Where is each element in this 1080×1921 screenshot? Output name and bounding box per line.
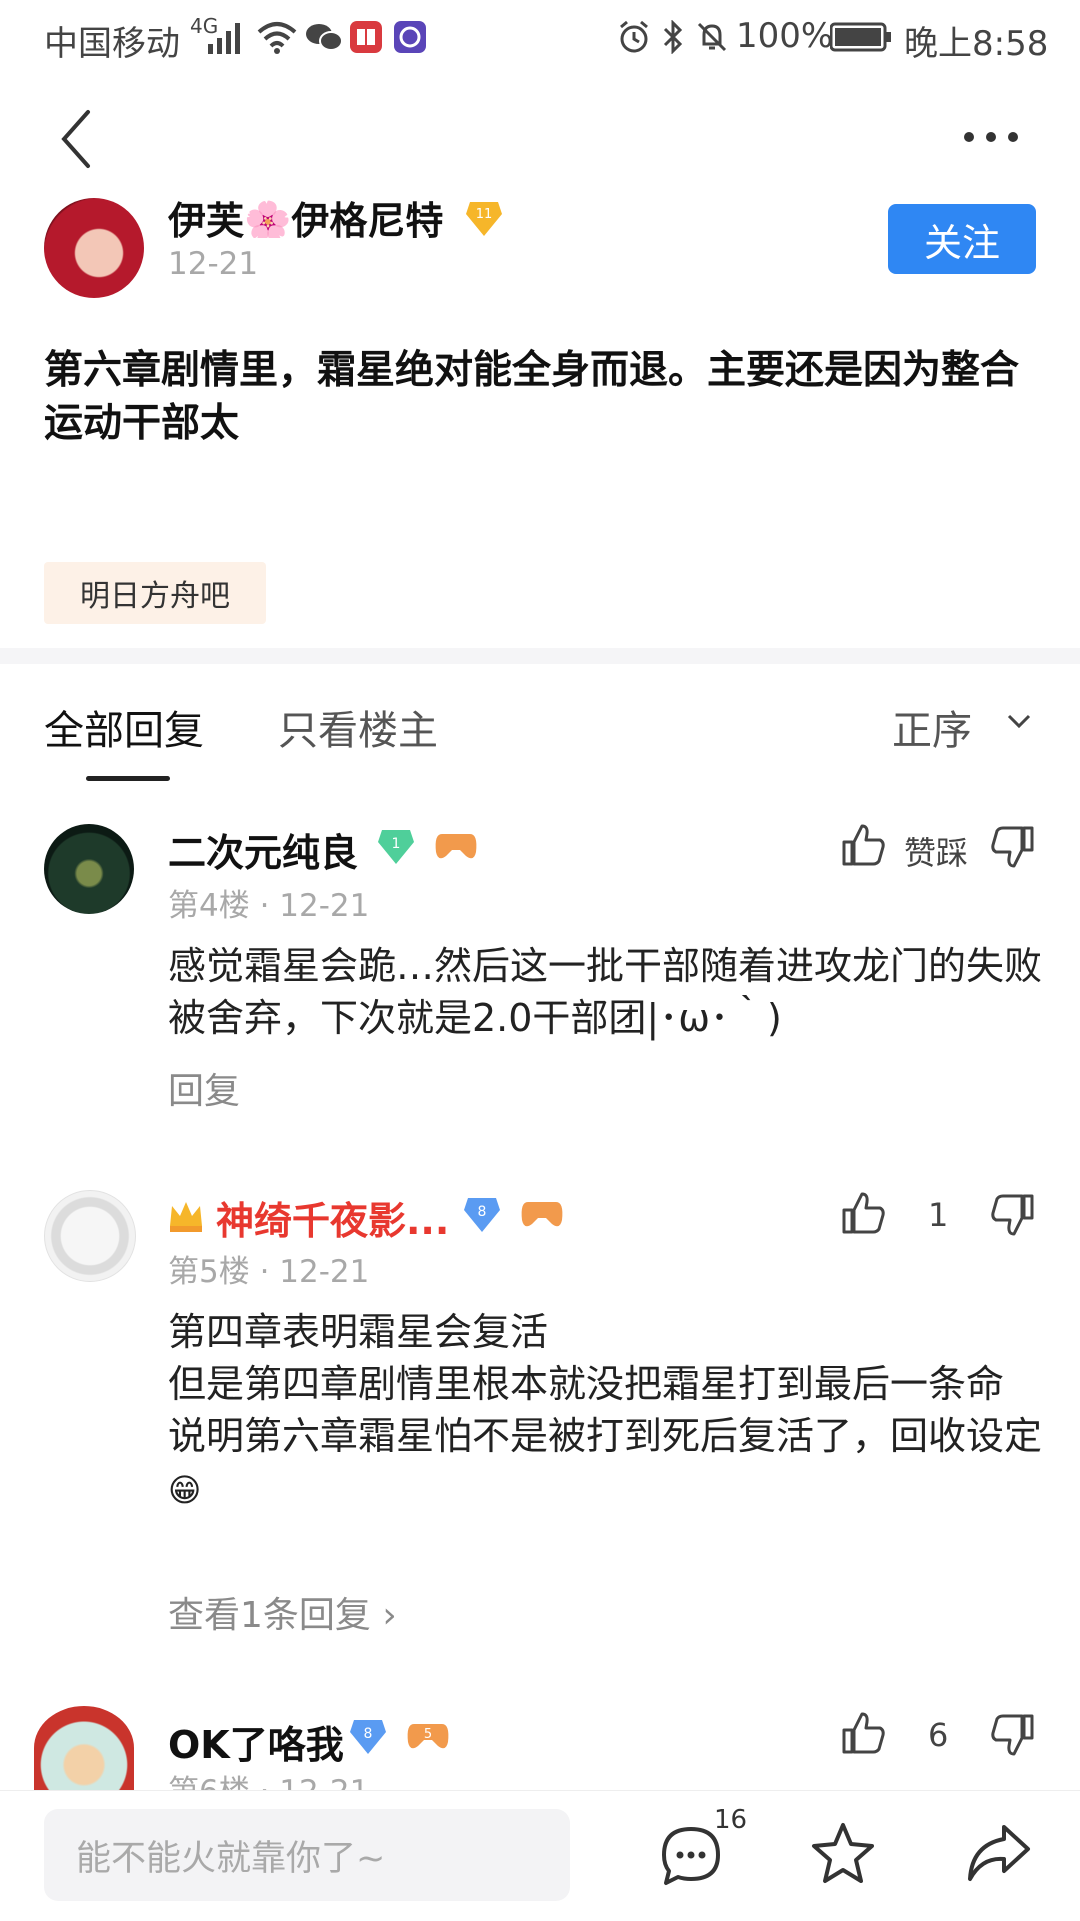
book-app-icon bbox=[348, 18, 384, 56]
gamepad-level-icon: 5 bbox=[406, 1718, 449, 1758]
alarm-icon bbox=[616, 18, 652, 56]
dot bbox=[964, 132, 974, 142]
bottom-action-bar: 能不能火就靠你了~ 16 bbox=[0, 1790, 1080, 1921]
comment-text-line: 第四章表明霜星会复活 bbox=[168, 1310, 549, 1354]
comment-text: 感觉霜星会跪…然后这一批干部随着进攻龙门的失败被舍弃，下次就是2.0干部团|･ω… bbox=[168, 944, 1043, 1040]
comment-text-fragment: 说明第六章霜星怕不是被打到死后复活了，回收设定 bbox=[168, 1414, 1043, 1458]
reply-button[interactable]: 回复 bbox=[168, 1062, 240, 1114]
dot bbox=[1008, 132, 1018, 142]
forum-tag[interactable]: 明日方舟吧 bbox=[44, 562, 266, 624]
status-bar: 中国移动 4G 100% 晚上8:58 bbox=[0, 0, 1080, 76]
thumbs-up-icon[interactable] bbox=[838, 1708, 888, 1758]
comment-text: 第四章表明霜星会复活 但是第四章剧情里根本就没把霜星打到最后一条命 说明第六章霜… bbox=[168, 1306, 1048, 1516]
dot bbox=[986, 132, 996, 142]
comment-avatar[interactable] bbox=[44, 1190, 136, 1282]
tab-op-only[interactable]: 只看楼主 bbox=[278, 698, 438, 756]
grin-emoji-icon: 😁 bbox=[168, 1471, 202, 1509]
carrier-label: 中国移动 bbox=[44, 24, 180, 64]
wifi-icon bbox=[254, 18, 300, 56]
level-badge: 8 bbox=[348, 1716, 388, 1756]
floor-number: 第6楼 bbox=[168, 1774, 250, 1790]
author-name[interactable]: 伊芙🌸伊格尼特 bbox=[168, 176, 443, 238]
gamepad-icon bbox=[520, 1196, 563, 1236]
chevron-down-icon[interactable] bbox=[1004, 706, 1034, 736]
thumbs-down-icon[interactable] bbox=[988, 1190, 1038, 1240]
comment-meta: 第5楼 · 12-21 bbox=[168, 1254, 370, 1290]
floor-number: 第4楼 bbox=[168, 888, 250, 924]
gamepad-icon bbox=[434, 828, 477, 868]
like-dislike-label: 赞踩 bbox=[904, 834, 969, 872]
comment-meta: 第6楼 · 12-21 bbox=[168, 1766, 369, 1790]
thumbs-up-icon[interactable] bbox=[838, 1188, 888, 1238]
wechat-icon bbox=[304, 18, 344, 56]
mute-icon bbox=[694, 18, 730, 56]
more-options-button[interactable] bbox=[956, 116, 1026, 156]
comment-date: 12-21 bbox=[279, 888, 370, 924]
level-badge-text: 11 bbox=[476, 207, 493, 222]
comment-count: 16 bbox=[714, 1805, 748, 1835]
sort-order-button[interactable]: 正序 bbox=[892, 698, 972, 756]
post-date: 12-21 bbox=[168, 246, 259, 282]
floor-number: 第5楼 bbox=[168, 1254, 250, 1290]
section-divider bbox=[0, 648, 1080, 664]
level-badge-text: 8 bbox=[478, 1204, 487, 1220]
level-badge-text: 1 bbox=[392, 836, 401, 852]
thumbs-down-icon[interactable] bbox=[988, 1710, 1038, 1760]
like-count: 6 bbox=[928, 1716, 949, 1754]
comment-avatar[interactable] bbox=[34, 1706, 134, 1790]
commenter-name[interactable]: OK了咯我 bbox=[168, 1714, 344, 1769]
comment-date: 12-21 bbox=[279, 1774, 369, 1790]
signal-icon bbox=[206, 18, 246, 56]
battery-percent: 100% bbox=[736, 16, 834, 56]
battery-icon bbox=[830, 18, 892, 56]
follow-button[interactable]: 关注 bbox=[888, 204, 1036, 274]
back-button[interactable] bbox=[52, 104, 112, 174]
tab-all-replies[interactable]: 全部回复 bbox=[44, 698, 204, 756]
comment-avatar[interactable] bbox=[44, 824, 134, 914]
gamepad-level-text: 5 bbox=[424, 1727, 432, 1742]
post-body: 第六章剧情里，霜星绝对能全身而退。主要还是因为整合运动干部太 bbox=[44, 348, 1020, 446]
commenter-name[interactable]: 二次元纯良 bbox=[168, 822, 358, 877]
star-icon[interactable] bbox=[808, 1819, 878, 1889]
thumbs-up-icon[interactable] bbox=[838, 820, 888, 870]
share-icon[interactable] bbox=[964, 1819, 1034, 1889]
clock: 晚上8:58 bbox=[904, 24, 1049, 64]
comment-meta: 第4楼 · 12-21 bbox=[168, 888, 370, 924]
thumbs-down-icon[interactable] bbox=[988, 822, 1038, 872]
like-count: 1 bbox=[928, 1196, 949, 1234]
app-notification-icon bbox=[392, 18, 428, 56]
bluetooth-icon bbox=[660, 18, 686, 56]
level-badge-text: 8 bbox=[364, 1726, 373, 1742]
level-badge: 11 bbox=[464, 198, 504, 238]
comment-date: 12-21 bbox=[279, 1254, 370, 1290]
active-tab-indicator bbox=[86, 776, 170, 781]
author-avatar[interactable] bbox=[44, 198, 144, 298]
level-badge: 8 bbox=[462, 1194, 502, 1234]
commenter-name[interactable]: 神绮千夜影... bbox=[216, 1190, 449, 1245]
comment-text-line: 但是第四章剧情里根本就没把霜星打到最后一条命 bbox=[168, 1362, 1005, 1406]
chevron-left-icon bbox=[61, 110, 90, 168]
reply-input[interactable]: 能不能火就靠你了~ bbox=[44, 1809, 570, 1901]
view-replies-link[interactable]: 查看1条回复 › bbox=[168, 1586, 397, 1638]
level-badge: 1 bbox=[376, 826, 416, 866]
crown-icon bbox=[166, 1196, 206, 1236]
comment-text-line: 说明第六章霜星怕不是被打到死后复活了，回收设定 😁 bbox=[168, 1410, 1048, 1516]
